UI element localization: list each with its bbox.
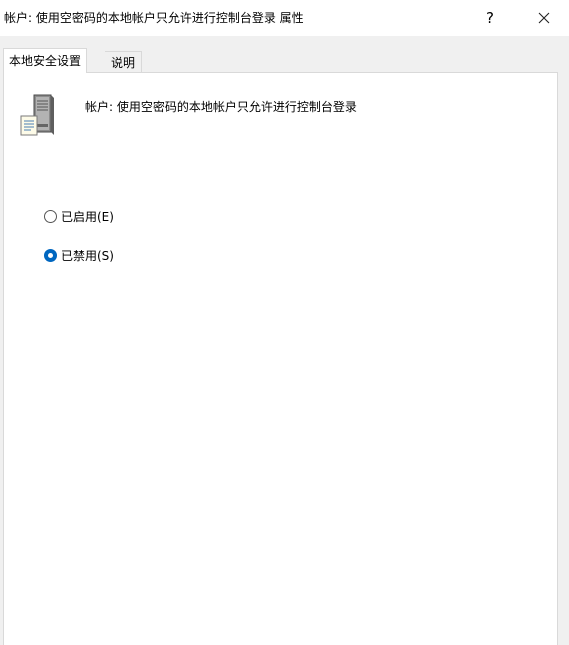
disabled-label[interactable]: 已禁用(S) [61, 247, 114, 264]
tab-label: 说明 [111, 56, 136, 70]
close-button[interactable] [522, 0, 566, 36]
close-icon [538, 12, 550, 24]
enabled-option[interactable]: 已启用(E) [44, 207, 114, 225]
help-label: ? [486, 9, 494, 27]
policy-name: 帐户: 使用空密码的本地帐户只允许进行控制台登录 [85, 100, 357, 114]
properties-dialog: 帐户: 使用空密码的本地帐户只允许进行控制台登录 属性 ? 本地安全设置 说明 [0, 0, 569, 645]
tab-strip: 本地安全设置 说明 [0, 48, 569, 73]
tab-local-security-setting[interactable]: 本地安全设置 [3, 48, 88, 73]
server-policy-icon [20, 94, 54, 136]
disabled-option[interactable]: 已禁用(S) [44, 246, 114, 264]
window-title: 帐户: 使用空密码的本地帐户只允许进行控制台登录 属性 [4, 11, 304, 25]
tab-panel: 帐户: 使用空密码的本地帐户只允许进行控制台登录 已启用(E) 已禁用(S) [3, 72, 558, 645]
radio-unchecked-icon[interactable] [44, 209, 57, 223]
radio-checked-icon[interactable] [44, 248, 57, 262]
tab-label: 本地安全设置 [9, 53, 82, 68]
tab-explain[interactable]: 说明 [105, 51, 143, 73]
help-button[interactable]: ? [470, 0, 510, 36]
enabled-label[interactable]: 已启用(E) [61, 208, 114, 225]
title-bar[interactable]: 帐户: 使用空密码的本地帐户只允许进行控制台登录 属性 ? [0, 0, 569, 36]
